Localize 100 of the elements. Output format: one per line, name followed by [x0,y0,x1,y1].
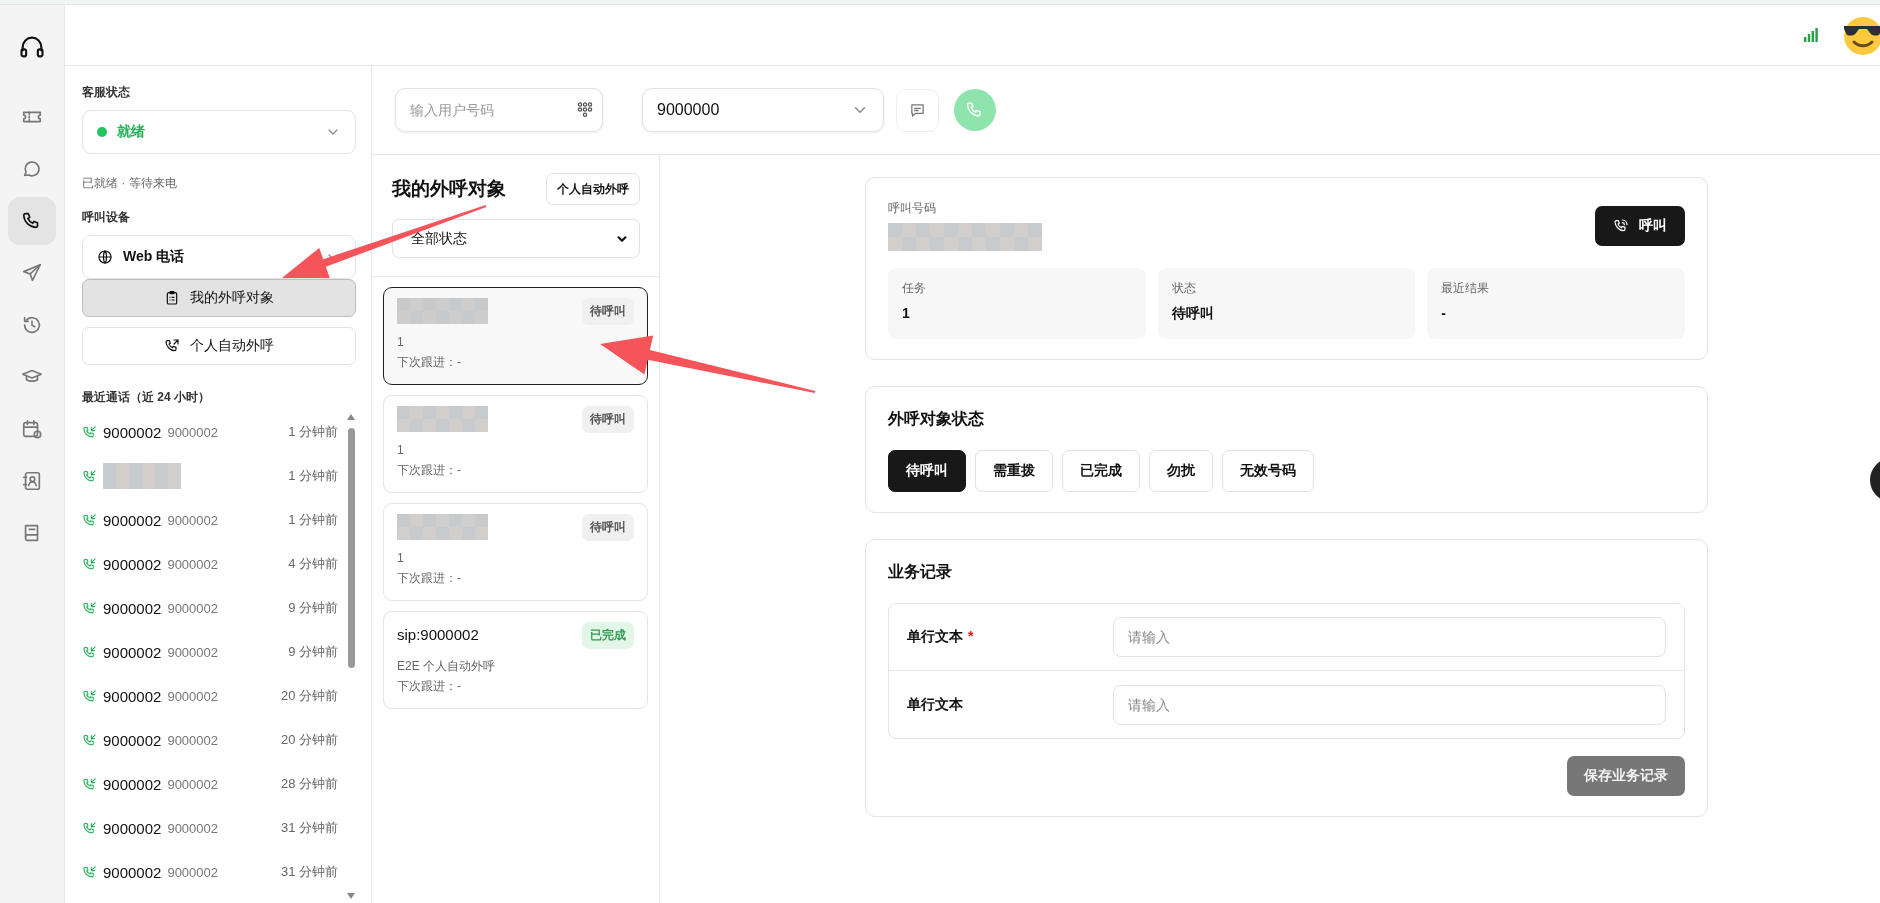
status-option[interactable]: 已完成 [1062,450,1140,492]
call-time: 1 分钟前 [288,511,338,529]
call-row[interactable]: 9000002 9000002 1 分钟前 [82,410,346,454]
phone-call-icon [1613,217,1629,234]
phone-incoming-icon [82,732,97,748]
field-label: 任务 [902,280,927,297]
call-time: 4 分钟前 [288,555,338,573]
call-time: 9 分钟前 [288,599,338,617]
follow-up-text: 下次跟进：- [397,354,462,371]
target-task: 1 [397,442,405,459]
chat-icon [21,158,43,180]
card-title: 业务记录 [888,562,953,582]
section-label: 客服状态 [82,84,131,101]
target-number: sip:9000002 [397,625,479,643]
call-number: 9000002 [103,687,162,705]
call-time: 31 分钟前 [280,819,338,837]
call-row[interactable]: 9000002 9000002 20 分钟前 [82,674,346,718]
globe-icon [97,249,113,265]
target-task: E2E 个人自动外呼 [397,658,496,675]
status-option[interactable]: 需重拨 [975,450,1053,492]
call-number: 9000002 [103,423,162,441]
target-card[interactable]: 待呼叫 1 下次跟进：- [383,395,648,493]
calendar-icon [21,418,43,440]
call-detail: 9000002 [167,688,219,704]
message-button[interactable] [896,88,939,132]
call-row[interactable]: 1 分钟前 [82,454,346,498]
status-dot [97,127,107,137]
call-row[interactable]: 9000002 9000002 20 分钟前 [82,718,346,762]
caller-id-select[interactable]: 9000000 [642,88,884,132]
call-detail: 9000002 [167,776,219,792]
call-detail: 9000002 [167,864,219,880]
auto-dial-button[interactable]: 个人自动外呼 [546,173,640,205]
call-number: 9000002 [103,555,162,573]
field-value: 待呼叫 [1171,305,1215,323]
call-row[interactable]: 9000002 9000002 28 分钟前 [82,762,346,806]
phone-number-field[interactable]: 输入用户号码 [395,88,603,132]
signal-icon [1804,28,1818,42]
status-badge: 待呼叫 [582,406,634,433]
follow-up-text: 下次跟进：- [397,462,462,479]
target-task: 1 [397,550,405,567]
call-detail: 9000002 [167,732,219,748]
call-row[interactable]: 9000002 9000002 9 分钟前 [82,586,346,630]
call-row[interactable]: 9000002 9000002 1 分钟前 [82,498,346,542]
phone-incoming-icon [82,556,97,572]
contacts-icon [21,470,43,492]
call-number: 9000002 [103,775,162,793]
follow-up-text: 下次跟进：- [397,570,462,587]
call-time: 1 分钟前 [288,467,338,485]
required-mark: * [968,628,974,644]
call-number: 9000002 [103,731,162,749]
phone-incoming-icon [82,512,97,528]
field-value: - [1441,305,1447,321]
call-detail: 9000002 [167,644,219,660]
form-label: 单行文本 [907,695,964,714]
action-button[interactable]: 个人自动外呼 [82,327,356,365]
call-time: 28 分钟前 [280,775,338,793]
target-card[interactable]: 待呼叫 1 下次跟进：- [383,287,648,385]
text-field[interactable]: 请输入 [1113,684,1666,725]
field-label: 呼叫号码 [888,200,937,217]
status-badge: 已完成 [582,622,634,649]
avatar-icon[interactable] [1842,15,1880,55]
nav-item[interactable] [8,197,56,245]
history-icon [21,314,43,336]
phone-incoming-icon [82,776,97,792]
status-option[interactable]: 待呼叫 [888,450,966,492]
field-label: 状态 [1171,280,1197,297]
phone-incoming-icon [82,864,97,880]
action-button[interactable]: 我的外呼对象 [82,279,356,317]
status-hint: 已就绪 · 等待来电 [82,175,178,192]
call-row[interactable]: 9000002 9000002 4 分钟前 [82,542,346,586]
call-detail: 9000002 [167,512,219,528]
call-detail: 9000002 [167,556,219,572]
phone-incoming-icon [82,820,97,836]
status-badge: 待呼叫 [582,298,634,325]
call-detail: 9000002 [167,820,219,836]
phone-outgoing-icon [164,338,180,354]
status-option[interactable]: 勿扰 [1149,450,1213,492]
call-row[interactable]: 9000002 9000002 31 分钟前 [82,806,346,850]
call-button[interactable]: 呼叫 [1595,205,1685,246]
call-detail: 9000002 [167,424,219,440]
target-task: 1 [397,334,405,351]
message-icon [909,101,926,119]
phone-incoming-icon [82,468,97,484]
status-option[interactable]: 无效号码 [1222,450,1314,492]
field-value: 1 [902,305,911,321]
text-field[interactable]: 请输入 [1113,617,1666,657]
clipboard-icon [164,290,180,306]
form-label: 单行文本 * [907,628,975,646]
section-label: 呼叫设备 [82,209,131,226]
send-icon [21,262,43,284]
call-time: 31 分钟前 [280,863,338,881]
phone-incoming-icon [82,644,97,660]
call-row[interactable]: 9000002 9000002 9 分钟前 [82,630,346,674]
target-card[interactable]: 待呼叫 1 下次跟进：- [383,503,648,601]
phone-incoming-icon [82,424,97,440]
call-row[interactable]: 9000002 9000002 31 分钟前 [82,850,346,894]
card-title: 外呼对象状态 [888,409,985,429]
panel-title: 我的外呼对象 [392,177,506,201]
dialpad-icon[interactable] [577,102,593,118]
target-card[interactable]: sip:9000002 已完成 E2E 个人自动外呼 下次跟进：- [383,611,648,709]
